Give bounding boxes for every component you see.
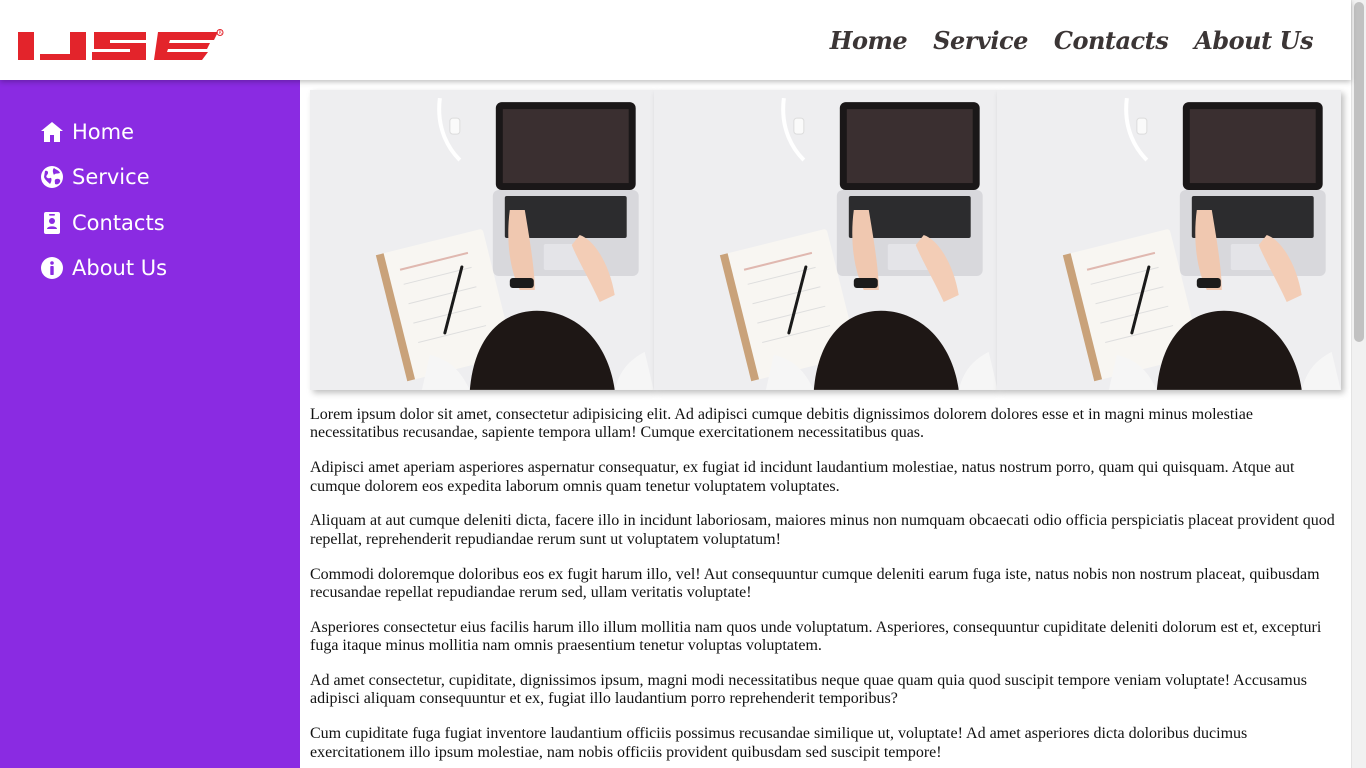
person-using-laptop-photo (997, 90, 1342, 390)
gallery-image (653, 90, 998, 390)
paragraph: Ad amet consectetur, cupiditate, digniss… (310, 672, 1307, 708)
paragraph: Aliquam at aut cumque deleniti dicta, fa… (310, 512, 1335, 548)
paragraph: Lorem ipsum dolor sit amet, consectetur … (310, 406, 1253, 442)
top-nav-contacts-link[interactable]: Contacts (1054, 24, 1169, 58)
vertical-scrollbar[interactable] (1351, 0, 1366, 768)
site-header: R Home Service Contacts About Us (0, 0, 1351, 80)
paragraph: Adipisci amet aperiam asperiores asperna… (310, 459, 1295, 495)
home-icon (41, 122, 63, 142)
top-nav-about-us-link[interactable]: About Us (1194, 24, 1313, 58)
sidebar-item-service[interactable]: Service (40, 165, 150, 189)
sidebar-item-home[interactable]: Home (40, 120, 134, 144)
contact-card-icon (44, 212, 60, 234)
top-navigation: Home Service Contacts About Us (830, 24, 1314, 58)
svg-text:R: R (219, 30, 222, 36)
scrollbar-thumb[interactable] (1354, 2, 1364, 342)
sidebar: Home Service Contacts About Us (0, 80, 300, 768)
main-content: Lorem ipsum dolor sit amet, consectetur … (310, 90, 1342, 768)
ijse-logo-graphic: R (18, 29, 224, 60)
gallery-image (997, 90, 1342, 390)
sidebar-item-label: Home (72, 120, 135, 144)
image-gallery (310, 90, 1342, 390)
person-using-laptop-photo (653, 90, 998, 390)
paragraph: Asperiores consectetur eius facilis haru… (310, 618, 1322, 655)
top-nav-service-link[interactable]: Service (933, 24, 1028, 58)
sidebar-item-contacts[interactable]: Contacts (40, 211, 165, 235)
globe-icon (41, 166, 63, 188)
ijse-logo[interactable]: R (18, 29, 224, 63)
paragraph: Cum cupiditate fuga fugiat inventore lau… (310, 725, 1248, 761)
article-text: Lorem ipsum dolor sit amet, consectetur … (310, 406, 1341, 762)
sidebar-item-label: Contacts (72, 211, 165, 235)
paragraph: Commodi doloremque doloribus eos ex fugi… (310, 565, 1320, 602)
sidebar-item-label: About Us (72, 256, 168, 280)
top-nav-home-link[interactable]: Home (830, 24, 908, 58)
person-using-laptop-photo (310, 90, 654, 390)
gallery-image (310, 90, 654, 390)
info-icon (41, 257, 63, 279)
sidebar-item-about-us[interactable]: About Us (40, 256, 167, 280)
sidebar-item-label: Service (72, 165, 150, 189)
